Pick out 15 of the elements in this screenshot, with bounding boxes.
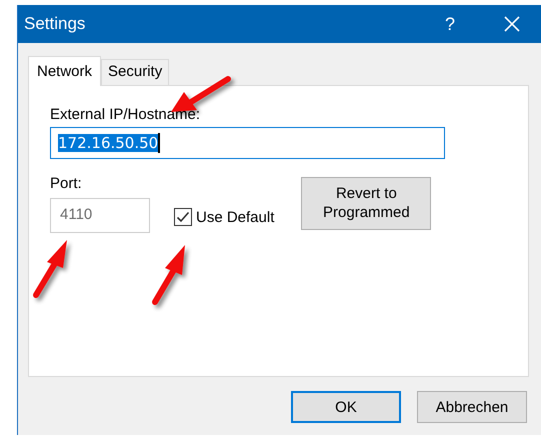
field-label: External IP/Hostname:	[50, 106, 200, 123]
tab[interactable]: Network	[28, 56, 102, 86]
tab[interactable]: Security	[101, 59, 170, 85]
close-icon	[503, 15, 521, 33]
hostname-field[interactable]: 172.16.50.50	[50, 127, 445, 159]
field-label: Port:	[50, 175, 83, 192]
help-button[interactable]: ?	[427, 5, 473, 43]
annotation-arrow	[152, 245, 185, 305]
dialog-button[interactable]: Abbrechen	[417, 391, 527, 423]
annotation-arrow	[33, 240, 67, 298]
revert-button[interactable]: Revert to Programmed	[301, 177, 432, 230]
checkbox-label: Use Default	[196, 208, 274, 226]
window-title: Settings	[24, 14, 86, 34]
dialog-button[interactable]: OK	[291, 391, 401, 423]
checkbox[interactable]	[174, 208, 192, 226]
